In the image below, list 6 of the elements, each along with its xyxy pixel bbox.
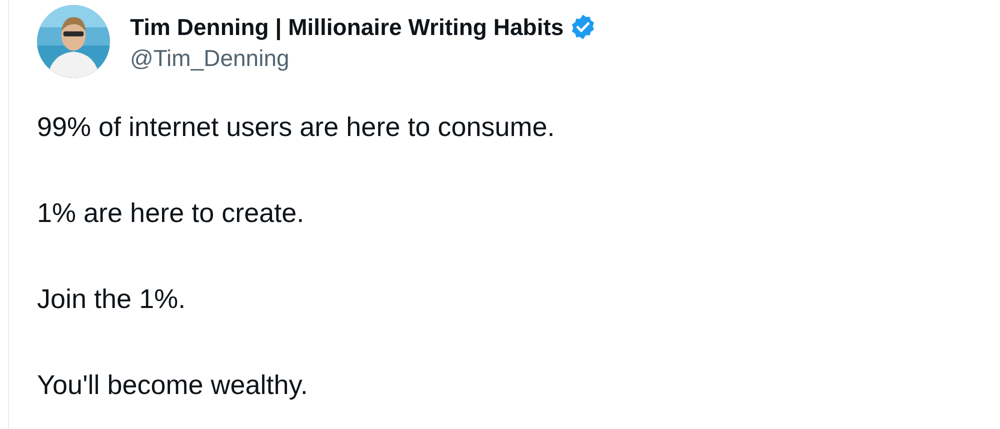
author-handle[interactable]: @Tim_Denning bbox=[130, 41, 597, 75]
tweet-text: Join the 1%. bbox=[37, 283, 187, 316]
tweet-text: 1% are here to create. bbox=[37, 197, 306, 230]
tweet-text: You'll become wealthy. bbox=[37, 369, 309, 402]
tweet-text: 99% of internet users are here to consume. bbox=[37, 111, 556, 144]
author-name[interactable]: Tim Denning | Millionaire Writing Habits bbox=[130, 13, 564, 41]
